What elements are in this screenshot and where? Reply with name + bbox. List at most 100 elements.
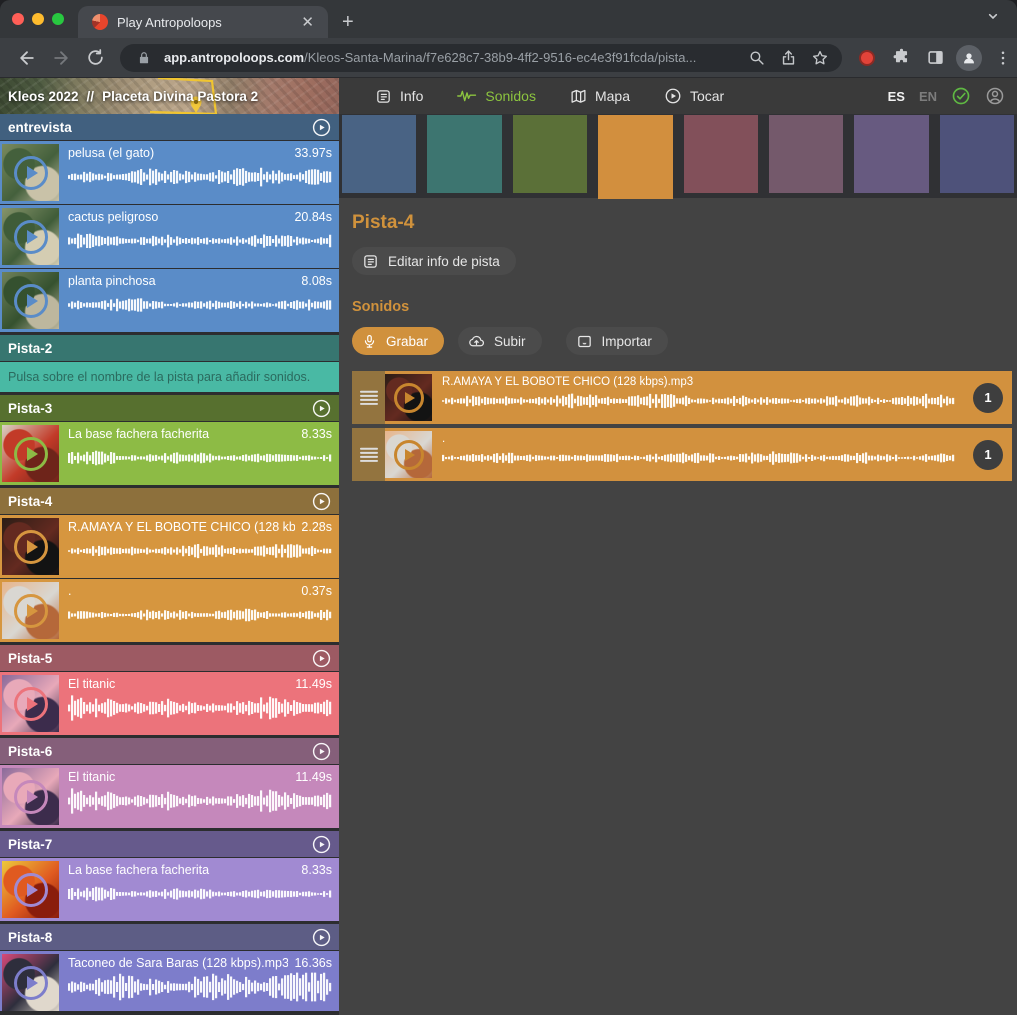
sound-row[interactable]: cactus peligroso 20.84s	[0, 205, 339, 268]
track-header[interactable]: Pista-7	[0, 831, 339, 857]
tab-search-chevron-icon[interactable]	[985, 8, 1001, 24]
cloud-upload-icon	[468, 333, 485, 350]
sound-thumbnail[interactable]	[2, 518, 59, 575]
play-overlay-icon	[14, 594, 48, 628]
track-pista-5: Pista-5 El titanic11.49s	[0, 645, 339, 735]
lang-es[interactable]: ES	[888, 89, 905, 104]
sound-row[interactable]: pelusa (el gato)33.97s	[0, 141, 339, 204]
zoom-window-button[interactable]	[52, 13, 64, 25]
nav-item-info[interactable]: Info	[363, 78, 445, 114]
share-icon[interactable]	[776, 46, 800, 70]
sound-name: .	[442, 433, 955, 445]
sound-row[interactable]: .0.37s	[0, 579, 339, 642]
project-hero-image[interactable]: Kleos 2022 // Placeta Divina Pastora 2	[0, 78, 339, 114]
sound-duration: 20.84s	[294, 210, 332, 224]
sound-row[interactable]: R.AMAYA Y EL BOBOTE CHICO (128 kbps).mp3…	[352, 371, 1012, 424]
sound-row[interactable]: El titanic11.49s	[0, 765, 339, 828]
track-color-swatch[interactable]	[513, 115, 587, 193]
sound-row[interactable]: La base fachera facherita8.33s	[0, 858, 339, 921]
sound-row[interactable]: planta pinchosa8.08s	[0, 269, 339, 332]
nav-item-sonidos[interactable]: Sonidos	[445, 78, 558, 114]
back-button[interactable]	[12, 43, 42, 73]
zoom-page-icon[interactable]	[744, 46, 768, 70]
track-header[interactable]: Pista-6	[0, 738, 339, 764]
sound-row[interactable]: R.AMAYA Y EL BOBOTE CHICO (128 kbps)....…	[0, 515, 339, 578]
sound-thumbnail[interactable]	[2, 675, 59, 732]
reload-button[interactable]	[80, 43, 110, 73]
sound-thumbnail[interactable]	[2, 861, 59, 918]
nav-item-tocar[interactable]: Tocar	[652, 78, 746, 114]
track-header[interactable]: Pista-5	[0, 645, 339, 671]
nav-item-mapa[interactable]: Mapa	[558, 78, 652, 114]
sound-thumbnail[interactable]	[2, 768, 59, 825]
track-color-swatch[interactable]	[427, 115, 501, 193]
track-play-button[interactable]	[312, 835, 331, 854]
lock-icon[interactable]	[132, 46, 156, 70]
track-name: Pista-6	[8, 744, 52, 759]
track-color-swatch[interactable]	[769, 115, 843, 193]
address-bar[interactable]: app.antropoloops.com/Kleos-Santa-Marina/…	[120, 44, 842, 72]
sound-row[interactable]: . 1	[352, 428, 1012, 481]
sound-name: .	[68, 584, 295, 598]
track-play-button[interactable]	[312, 399, 331, 418]
drag-handle[interactable]	[352, 371, 385, 424]
track-color-swatch[interactable]	[684, 115, 758, 193]
record-button[interactable]: Grabar	[352, 327, 444, 355]
minimize-window-button[interactable]	[32, 13, 44, 25]
sound-thumbnail[interactable]	[2, 272, 59, 329]
sound-thumbnail[interactable]	[385, 374, 432, 421]
browser-tab[interactable]: Play Antropoloops ✕	[78, 6, 328, 38]
track-color-swatch[interactable]	[342, 115, 416, 193]
sound-thumbnail[interactable]	[385, 431, 432, 478]
bookmark-star-icon[interactable]	[808, 46, 832, 70]
empty-track-hint[interactable]: Pulsa sobre el nombre de la pista para a…	[0, 362, 339, 392]
sound-thumbnail[interactable]	[2, 582, 59, 639]
track-header[interactable]: Pista-2	[0, 335, 339, 361]
edit-track-info-button[interactable]: Editar info de pista	[352, 247, 516, 275]
header-right: ES EN	[888, 78, 1017, 114]
import-label: Importar	[602, 334, 652, 349]
tab-title: Play Antropoloops	[117, 15, 288, 30]
drag-handle[interactable]	[352, 428, 385, 481]
track-pista-6: Pista-6 El titanic11.49s	[0, 738, 339, 828]
tab-close-icon[interactable]: ✕	[297, 13, 318, 31]
upload-button[interactable]: Subir	[458, 327, 542, 355]
close-window-button[interactable]	[12, 13, 24, 25]
sound-row[interactable]: El titanic11.49s	[0, 672, 339, 735]
browser-menu-kebab-icon[interactable]	[988, 43, 1017, 73]
import-button[interactable]: Importar	[566, 327, 668, 355]
waveform	[68, 786, 332, 816]
extensions-puzzle-icon[interactable]	[886, 43, 916, 73]
lang-en[interactable]: EN	[919, 89, 937, 104]
track-color-swatch[interactable]	[940, 115, 1014, 193]
track-play-button[interactable]	[312, 742, 331, 761]
track-header[interactable]: Pista-8	[0, 924, 339, 950]
track-play-button[interactable]	[312, 928, 331, 947]
track-play-button[interactable]	[312, 649, 331, 668]
track-header[interactable]: Pista-3	[0, 395, 339, 421]
sound-thumbnail[interactable]	[2, 144, 59, 201]
breadcrumb-project[interactable]: Kleos 2022	[8, 89, 79, 104]
track-name: Pista-4	[8, 494, 52, 509]
account-icon[interactable]	[985, 86, 1005, 106]
sound-thumbnail[interactable]	[2, 425, 59, 482]
track-color-swatch[interactable]	[598, 115, 672, 199]
track-header[interactable]: entrevista	[0, 114, 339, 140]
track-play-button[interactable]	[312, 492, 331, 511]
status-check-icon[interactable]	[951, 86, 971, 106]
track-header[interactable]: Pista-4	[0, 488, 339, 514]
record-extension-icon[interactable]	[852, 43, 882, 73]
nav-label: Info	[400, 88, 423, 104]
sound-thumbnail[interactable]	[2, 208, 59, 265]
sound-thumbnail[interactable]	[2, 954, 59, 1011]
sound-name: cactus peligroso	[68, 210, 288, 224]
track-color-swatch[interactable]	[854, 115, 928, 193]
track-play-button[interactable]	[312, 118, 331, 137]
sound-row[interactable]: La base fachera facherita8.33s	[0, 422, 339, 485]
new-tab-button[interactable]: +	[328, 11, 368, 38]
profile-avatar-icon[interactable]	[954, 43, 984, 73]
sound-row[interactable]: Taconeo de Sara Baras (128 kbps).mp316.3…	[0, 951, 339, 1014]
track-name: Pista-5	[8, 651, 52, 666]
side-panel-icon[interactable]	[920, 43, 950, 73]
forward-button[interactable]	[46, 43, 76, 73]
